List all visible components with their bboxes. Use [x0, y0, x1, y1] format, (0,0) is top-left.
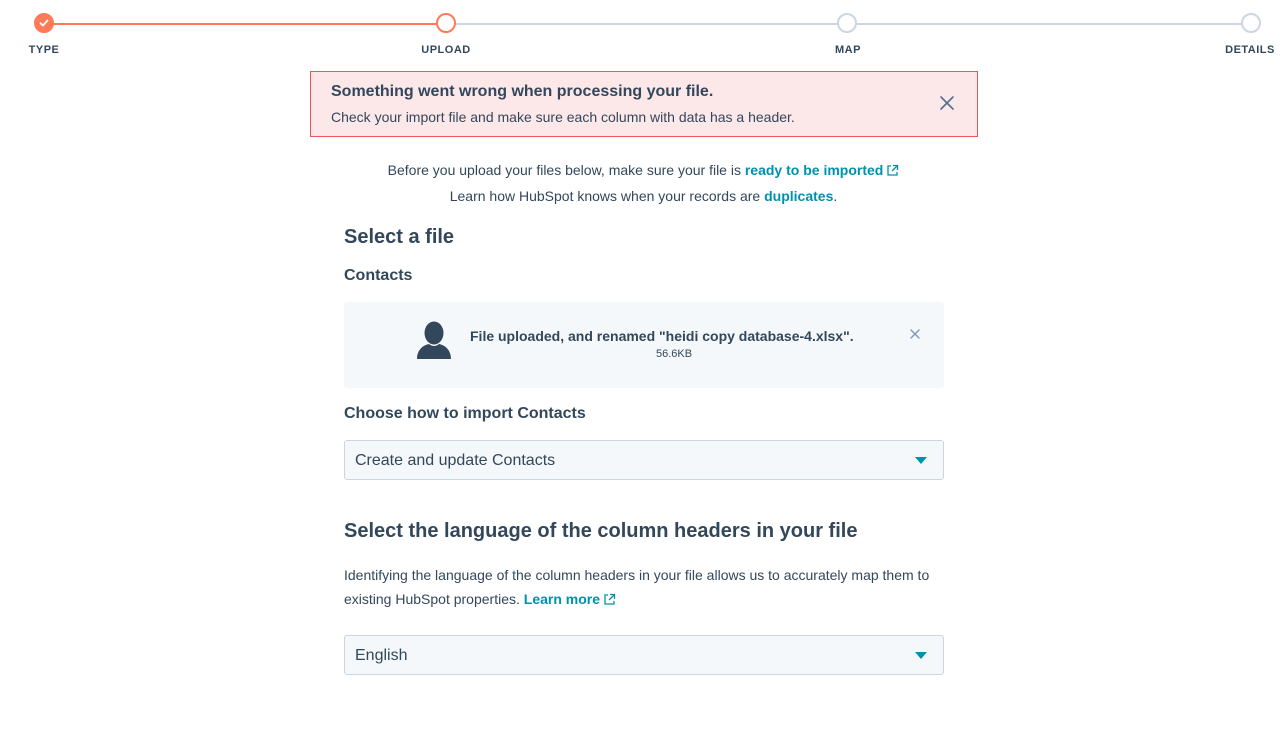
file-upload-dropzone[interactable]: File uploaded, and renamed "heidi copy d… — [344, 302, 944, 388]
language-description: Identifying the language of the column h… — [344, 563, 944, 611]
step-upload-dot — [436, 13, 456, 33]
intro-ready-text: Before you upload your files below, make… — [387, 162, 745, 178]
duplicates-link[interactable]: duplicates — [764, 188, 833, 204]
uploaded-file-size: 56.6KB — [655, 348, 693, 360]
language-value: English — [355, 647, 408, 664]
language-heading: Select the language of the column header… — [344, 520, 858, 542]
language-select[interactable]: English — [344, 635, 944, 675]
import-mode-value: Create and update Contacts — [355, 452, 556, 469]
stepper-progress-line — [44, 23, 446, 25]
alert-message: Check your import file and make sure eac… — [331, 109, 795, 125]
step-type-check-icon — [34, 13, 54, 33]
contacts-label: Contacts — [344, 267, 413, 284]
step-label-map: MAP — [835, 44, 861, 56]
import-mode-label: Choose how to import Contacts — [344, 405, 586, 422]
language-description-text: Identifying the language of the column h… — [344, 567, 930, 607]
step-label-upload: UPLOAD — [421, 44, 471, 56]
external-link-icon — [604, 593, 616, 605]
select-file-heading: Select a file — [344, 226, 455, 248]
intro-period: . — [833, 188, 838, 204]
error-alert: Something went wrong when processing you… — [310, 71, 978, 137]
learn-more-label: Learn more — [523, 591, 601, 607]
contact-avatar-icon — [416, 320, 452, 360]
step-map-dot — [837, 13, 857, 33]
close-icon[interactable] — [910, 326, 920, 339]
learn-more-link[interactable]: Learn more — [524, 591, 616, 607]
intro-line-ready: Before you upload your files below, make… — [0, 162, 1287, 178]
step-label-details: DETAILS — [1225, 44, 1275, 56]
caret-down-icon — [915, 652, 927, 659]
caret-down-icon — [915, 457, 927, 464]
uploaded-file-message: File uploaded, and renamed "heidi copy d… — [470, 328, 854, 344]
alert-title: Something went wrong when processing you… — [331, 83, 714, 100]
intro-duplicates-text: Learn how HubSpot knows when your record… — [449, 188, 765, 204]
progress-stepper: TYPE UPLOAD MAP DETAILS — [0, 0, 1287, 66]
step-label-type: TYPE — [28, 44, 60, 56]
ready-link-label: ready to be imported — [744, 162, 884, 178]
external-link-icon — [887, 164, 899, 176]
step-details-dot — [1241, 13, 1261, 33]
intro-line-duplicates: Learn how HubSpot knows when your record… — [0, 188, 1287, 204]
ready-to-be-imported-link[interactable]: ready to be imported — [745, 162, 899, 178]
close-icon[interactable] — [939, 95, 955, 111]
import-mode-select[interactable]: Create and update Contacts — [344, 440, 944, 480]
